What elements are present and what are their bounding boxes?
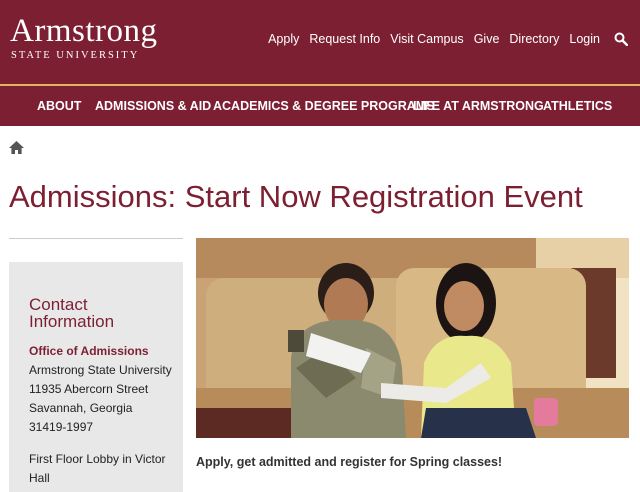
nav-about[interactable]: ABOUT: [37, 98, 81, 114]
search-icon[interactable]: [614, 32, 628, 46]
sidebar-divider: [9, 238, 183, 239]
main-nav: ABOUT ADMISSIONS & AID ACADEMICS & DEGRE…: [0, 86, 640, 126]
nav-academics-degree-programs[interactable]: ACADEMICS & DEGREE PROGRAMS: [213, 98, 435, 114]
util-link-apply[interactable]: Apply: [268, 31, 299, 47]
address-line: Savannah, Georgia: [29, 401, 133, 415]
office-label: Office of Admissions: [29, 344, 149, 358]
photo-caption: Apply, get admitted and register for Spr…: [196, 455, 503, 469]
hero-photo: [196, 238, 629, 438]
util-link-request-info[interactable]: Request Info: [309, 31, 380, 47]
address-line: Armstrong State University: [29, 363, 172, 377]
util-link-give[interactable]: Give: [474, 31, 500, 47]
contact-heading: Contact Information: [29, 295, 115, 331]
nav-admissions-aid[interactable]: ADMISSIONS & AID: [95, 98, 211, 114]
logo-wordmark[interactable]: Armstrong: [10, 14, 158, 48]
location-line: Hall: [29, 471, 50, 485]
top-header-bar: Armstrong STATE UNIVERSITY Apply Request…: [0, 0, 640, 84]
home-icon[interactable]: [9, 141, 24, 154]
nav-athletics[interactable]: ATHLETICS: [543, 98, 612, 114]
page-title: Admissions: Start Now Registration Event: [9, 179, 583, 214]
address-line: 11935 Abercorn Street: [29, 382, 149, 396]
util-link-login[interactable]: Login: [569, 31, 600, 47]
utility-nav: Apply Request Info Visit Campus Give Dir…: [268, 31, 600, 47]
location-line: First Floor Lobby in Victor: [29, 452, 166, 466]
logo-subtitle[interactable]: STATE UNIVERSITY: [11, 50, 139, 62]
util-link-visit-campus[interactable]: Visit Campus: [390, 31, 463, 47]
contact-sidebar: Contact Information Office of Admissions…: [9, 262, 183, 492]
nav-life-at-armstrong[interactable]: LIFE AT ARMSTRONG: [413, 98, 544, 114]
util-link-directory[interactable]: Directory: [509, 31, 559, 47]
address-line: 31419-1997: [29, 420, 94, 434]
